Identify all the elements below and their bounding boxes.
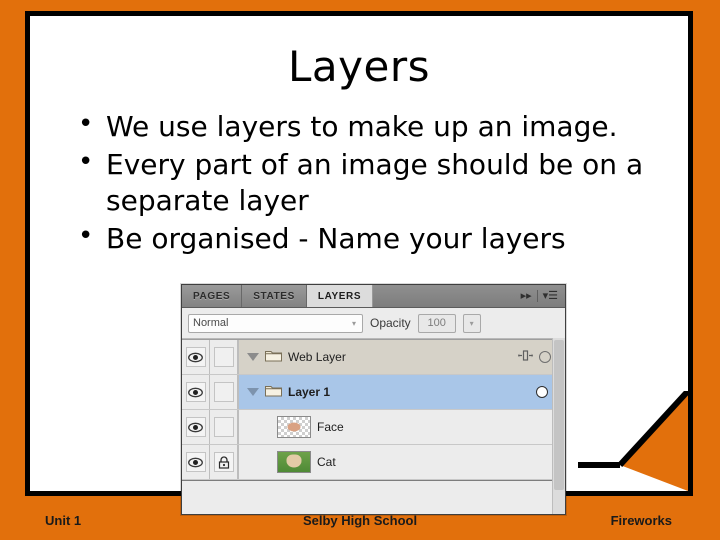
opacity-label: Opacity — [370, 316, 411, 330]
bullet-item-1: We use layers to make up an image. — [78, 108, 688, 145]
layer-thumbnail — [277, 451, 311, 473]
chevron-down-icon: ▾ — [351, 318, 356, 328]
collapse-panel-icon[interactable]: ▸▸ — [521, 290, 532, 302]
divider — [536, 290, 538, 302]
layer-main-cell[interactable]: Web Layer — [238, 340, 503, 374]
object-main-cell[interactable]: Cat — [238, 445, 519, 479]
table-row[interactable]: Face — [182, 410, 565, 445]
eye-icon[interactable] — [185, 347, 206, 367]
footer-app-label: Fireworks — [610, 513, 672, 528]
cat-thumbnail-art — [286, 454, 302, 468]
blend-mode-value: Normal — [193, 317, 229, 329]
panel-bottom-bar — [182, 480, 565, 514]
layer-name: Web Layer — [288, 350, 346, 364]
layer-name: Layer 1 — [288, 385, 331, 399]
lock-cell[interactable] — [210, 375, 238, 409]
layer-name: Face — [317, 420, 344, 434]
scrollbar-thumb[interactable] — [554, 340, 564, 490]
lock-cell[interactable] — [210, 445, 238, 479]
layer-select-radio[interactable] — [536, 386, 548, 398]
eye-icon[interactable] — [185, 452, 206, 472]
layer-main-cell[interactable]: Layer 1 — [238, 375, 519, 409]
bullet-list: We use layers to make up an image. Every… — [52, 108, 688, 259]
fireworks-layers-panel: PAGES STATES LAYERS ▸▸ ▾☰ Normal ▾ Opaci… — [181, 284, 566, 515]
panel-scrollbar[interactable] — [552, 338, 565, 514]
panel-tab-bar: PAGES STATES LAYERS ▸▸ ▾☰ — [182, 285, 565, 308]
slide-root: Layers We use layers to make up an image… — [0, 0, 720, 540]
visibility-cell[interactable] — [182, 340, 210, 374]
layer-select-radio[interactable] — [538, 351, 551, 363]
tab-layers[interactable]: LAYERS — [306, 285, 374, 307]
page-title: Layers — [288, 42, 430, 91]
visibility-cell[interactable] — [182, 375, 210, 409]
layer-name: Cat — [317, 455, 336, 469]
lock-cell[interactable] — [210, 410, 238, 444]
tab-pages[interactable]: PAGES — [182, 285, 243, 307]
lock-cell-empty[interactable] — [213, 417, 234, 437]
opacity-stepper-icon[interactable]: ▾ — [462, 313, 481, 333]
page-fold-decoration — [578, 388, 688, 491]
panel-controls: ▸▸ ▾☰ — [521, 285, 565, 307]
face-thumbnail-art — [287, 422, 301, 432]
share-across-states-icon[interactable] — [517, 350, 533, 364]
bullet-item-3: Be organised - Name your layers — [78, 220, 688, 257]
eye-icon[interactable] — [185, 417, 206, 437]
tab-states[interactable]: STATES — [242, 285, 307, 307]
tab-bar-spacer — [373, 285, 520, 307]
visibility-cell[interactable] — [182, 445, 210, 479]
table-row[interactable]: Web Layer — [182, 340, 565, 375]
blend-mode-select[interactable]: Normal ▾ — [188, 313, 363, 333]
opacity-input[interactable]: 100 — [417, 313, 456, 333]
folder-icon — [265, 349, 282, 365]
disclosure-triangle-icon[interactable] — [247, 353, 259, 361]
visibility-cell[interactable] — [182, 410, 210, 444]
lock-cell-empty[interactable] — [213, 382, 234, 402]
lock-cell-empty[interactable] — [213, 347, 234, 367]
layer-thumbnail — [277, 416, 311, 438]
bullet-item-2: Every part of an image should be on a se… — [78, 146, 688, 219]
table-row[interactable]: Cat — [182, 445, 565, 480]
layer-list: Web Layer Layer 1 Face Cat — [182, 339, 565, 480]
eye-icon[interactable] — [185, 382, 206, 402]
disclosure-triangle-icon[interactable] — [247, 388, 259, 396]
lock-cell[interactable] — [210, 340, 238, 374]
table-row[interactable]: Layer 1 — [182, 375, 565, 410]
lock-icon[interactable] — [213, 452, 234, 472]
object-main-cell[interactable]: Face — [238, 410, 519, 444]
panel-menu-icon[interactable]: ▾☰ — [543, 290, 558, 302]
layer-options-row: Normal ▾ Opacity 100 ▾ — [182, 308, 565, 339]
folder-icon — [265, 384, 282, 400]
